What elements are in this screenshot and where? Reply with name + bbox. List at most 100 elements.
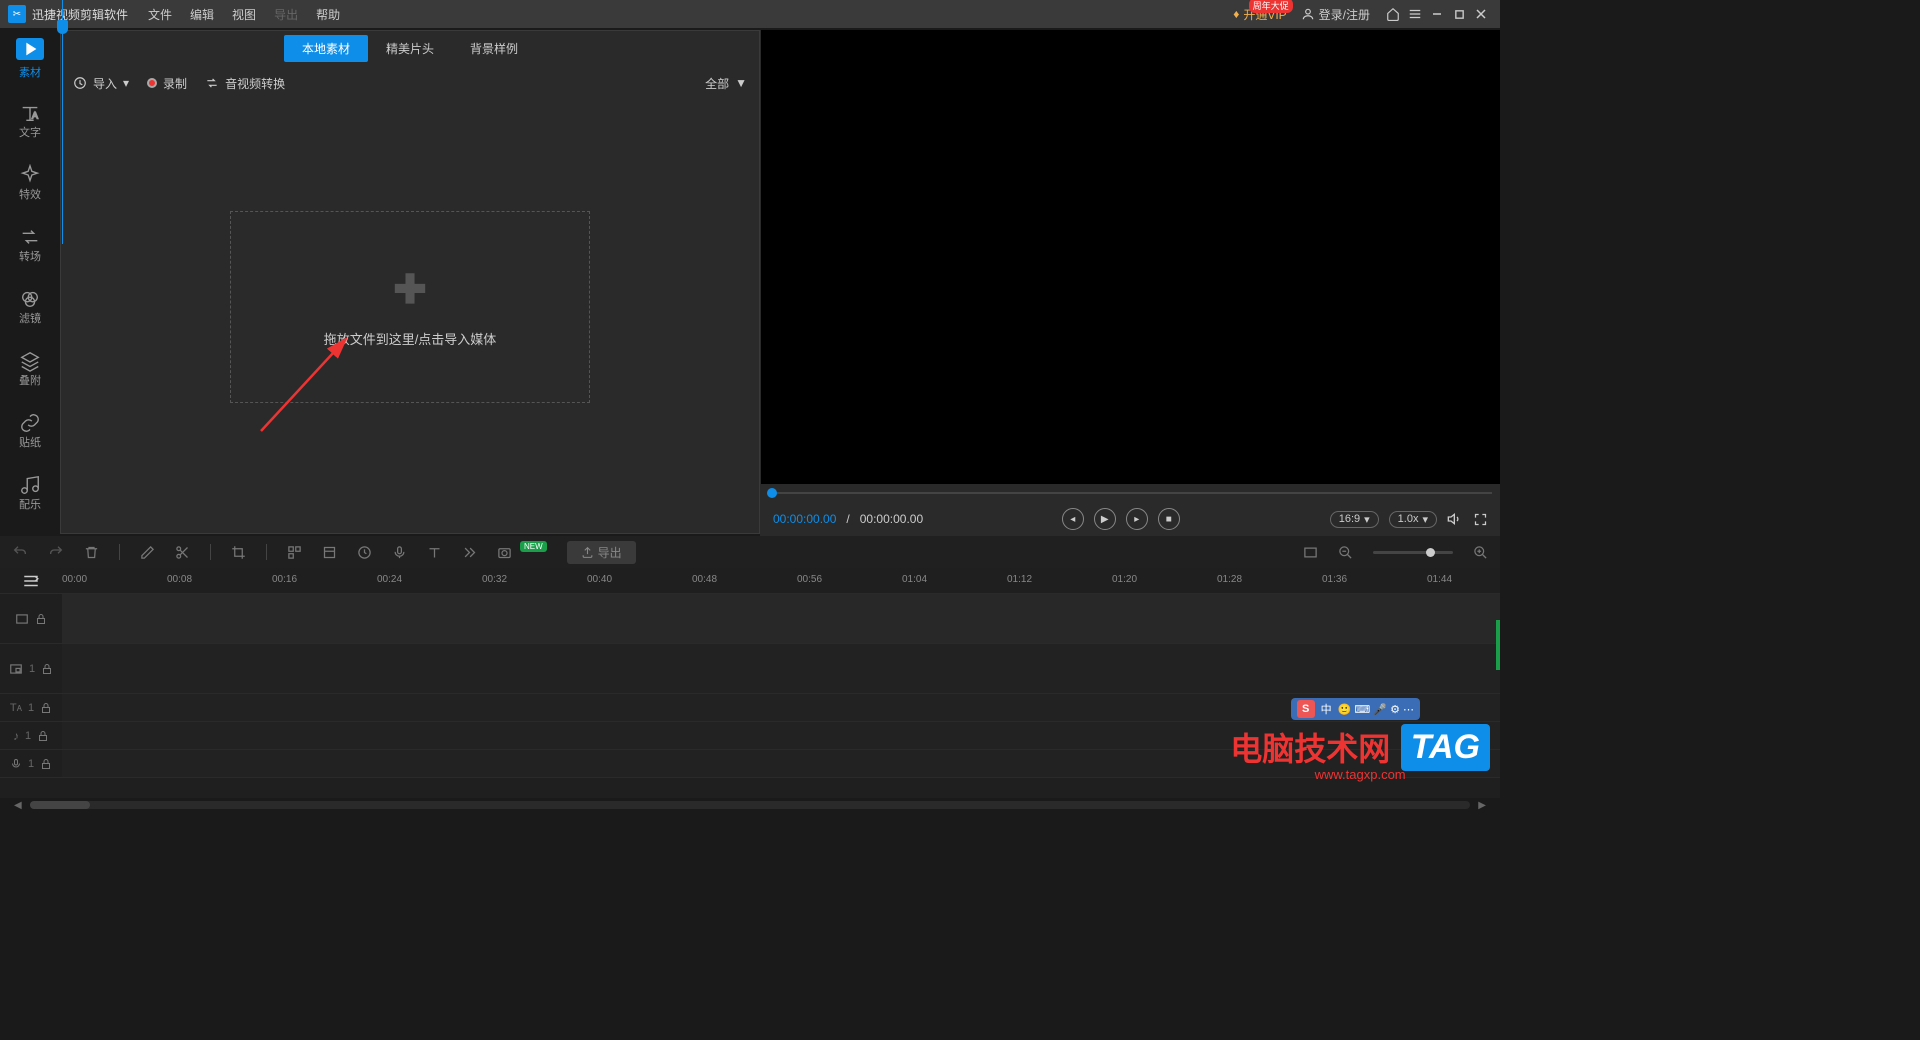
- app-logo: ✂: [8, 5, 26, 23]
- minimize-icon[interactable]: [1426, 3, 1448, 25]
- scrollbar-thumb[interactable]: [30, 801, 90, 809]
- preview-controls: 00:00:00.00 / 00:00:00.00 ◂ ▶ ▸ ■ 16:9▾ …: [761, 502, 1500, 536]
- mosaic-button[interactable]: [287, 545, 302, 560]
- zoom-thumb[interactable]: [1426, 548, 1435, 557]
- export-button[interactable]: 导出: [567, 541, 636, 564]
- track-video[interactable]: [0, 594, 1500, 644]
- sidebar-item-filter[interactable]: 滤镜: [0, 276, 60, 338]
- ruler-mark: 00:00: [62, 574, 87, 585]
- menu-edit[interactable]: 编辑: [190, 6, 214, 23]
- lock-icon[interactable]: [41, 663, 53, 675]
- zoom-out-button[interactable]: [1338, 545, 1353, 560]
- track-head-voice: 1: [0, 750, 62, 777]
- sidebar-item-music[interactable]: 配乐: [0, 462, 60, 524]
- sidebar-item-overlay[interactable]: 叠附: [0, 338, 60, 400]
- filter-dropdown[interactable]: 全部 ▼: [705, 75, 747, 92]
- sidebar-item-media[interactable]: 素材: [0, 28, 60, 90]
- maximize-icon[interactable]: [1448, 3, 1470, 25]
- sparkle-icon: [19, 164, 41, 186]
- track-voice[interactable]: 1: [0, 750, 1500, 778]
- lock-icon[interactable]: [35, 613, 47, 625]
- delete-button[interactable]: [84, 545, 99, 560]
- record-label: 录制: [163, 75, 187, 92]
- track-music[interactable]: ♪ 1: [0, 722, 1500, 750]
- sidebar-label: 转场: [19, 248, 41, 264]
- sidebar-item-sticker[interactable]: 贴纸: [0, 400, 60, 462]
- zoom-in-button[interactable]: [1473, 545, 1488, 560]
- sidebar-label: 滤镜: [19, 310, 41, 326]
- menu-view[interactable]: 视图: [232, 6, 256, 23]
- preview-panel: 00:00:00.00 / 00:00:00.00 ◂ ▶ ▸ ■ 16:9▾ …: [760, 30, 1500, 536]
- track-head-video: [0, 594, 62, 643]
- lock-icon[interactable]: [40, 758, 52, 770]
- edit-button[interactable]: [140, 545, 155, 560]
- sidebar-item-effects[interactable]: 特效: [0, 152, 60, 214]
- voiceover-button[interactable]: [392, 545, 407, 560]
- split-button[interactable]: [175, 545, 190, 560]
- menu-file[interactable]: 文件: [148, 6, 172, 23]
- ruler-mark: 00:16: [272, 574, 297, 585]
- track-pip[interactable]: 1: [0, 644, 1500, 694]
- stop-button[interactable]: ■: [1158, 508, 1180, 530]
- sidebar-item-text[interactable]: A 文字: [0, 90, 60, 152]
- play-button[interactable]: ▶: [1094, 508, 1116, 530]
- timeline-ruler[interactable]: 00:0000:0800:1600:2400:3200:4000:4800:56…: [0, 568, 1500, 594]
- track-text[interactable]: Tᴀ 1: [0, 694, 1500, 722]
- undo-button[interactable]: [12, 544, 28, 560]
- speed-button[interactable]: [462, 545, 477, 560]
- menu-export[interactable]: 导出: [274, 6, 298, 23]
- preview-canvas[interactable]: [761, 30, 1500, 484]
- text-tool-button[interactable]: [427, 545, 442, 560]
- menu-icon[interactable]: [1404, 3, 1426, 25]
- login-button[interactable]: 登录/注册: [1301, 6, 1370, 23]
- preview-scrubber[interactable]: [761, 484, 1500, 502]
- fullscreen-icon[interactable]: [1473, 512, 1488, 527]
- ime-indicator[interactable]: S 中 🙂 ⌨ 🎤 ⚙ ⋯: [1291, 698, 1420, 720]
- svg-text:A: A: [32, 111, 39, 121]
- music-track-icon: ♪: [13, 729, 19, 743]
- sidebar-label: 特效: [19, 186, 41, 202]
- filter-icon: [19, 288, 41, 310]
- sidebar-label: 素材: [19, 64, 41, 80]
- speed-dropdown[interactable]: 1.0x▾: [1389, 511, 1437, 528]
- menu-help[interactable]: 帮助: [316, 6, 340, 23]
- lock-icon[interactable]: [40, 702, 52, 714]
- record-icon: [147, 78, 157, 88]
- redo-button[interactable]: [48, 544, 64, 560]
- track-options-button[interactable]: [0, 568, 62, 593]
- sidebar-label: 叠附: [19, 372, 41, 388]
- lock-icon[interactable]: [37, 730, 49, 742]
- tab-local-media[interactable]: 本地素材: [284, 35, 368, 62]
- sidebar-item-transition[interactable]: 转场: [0, 214, 60, 276]
- duration-button[interactable]: [357, 545, 372, 560]
- scroll-right-icon[interactable]: ▶: [1478, 800, 1486, 811]
- aspect-dropdown[interactable]: 16:9▾: [1330, 511, 1379, 528]
- import-button[interactable]: 导入 ▾: [73, 75, 129, 92]
- ruler-mark: 00:56: [797, 574, 822, 585]
- scroll-left-icon[interactable]: ◀: [14, 800, 22, 811]
- prev-frame-button[interactable]: ◂: [1062, 508, 1084, 530]
- time-total: 00:00:00.00: [860, 512, 923, 526]
- tab-background[interactable]: 背景样例: [452, 35, 536, 62]
- record-button[interactable]: 录制: [147, 75, 187, 92]
- sidebar-label: 配乐: [19, 496, 41, 512]
- crop-button[interactable]: [231, 545, 246, 560]
- scrub-handle[interactable]: [767, 488, 777, 498]
- next-frame-button[interactable]: ▸: [1126, 508, 1148, 530]
- convert-button[interactable]: 音视频转换: [205, 75, 285, 92]
- freeze-button[interactable]: [322, 545, 337, 560]
- tab-intro[interactable]: 精美片头: [368, 35, 452, 62]
- ruler-mark: 01:04: [902, 574, 927, 585]
- close-icon[interactable]: [1470, 3, 1492, 25]
- home-icon[interactable]: [1382, 3, 1404, 25]
- zoom-slider[interactable]: [1373, 551, 1453, 554]
- fit-button[interactable]: [1303, 545, 1318, 560]
- vip-button[interactable]: ♦ 开通VIP 周年大促: [1233, 6, 1286, 23]
- tracks-area: 1 Tᴀ 1 ♪ 1 1: [0, 594, 1500, 798]
- playhead[interactable]: [62, 0, 63, 244]
- volume-icon[interactable]: [1447, 511, 1463, 527]
- chevron-down-icon: ▾: [1422, 513, 1428, 526]
- snapshot-button[interactable]: [497, 545, 512, 560]
- drop-zone[interactable]: ✚ 拖放文件到这里/点击导入媒体: [230, 211, 590, 403]
- timeline-scrollbar[interactable]: ◀ ▶: [0, 798, 1500, 812]
